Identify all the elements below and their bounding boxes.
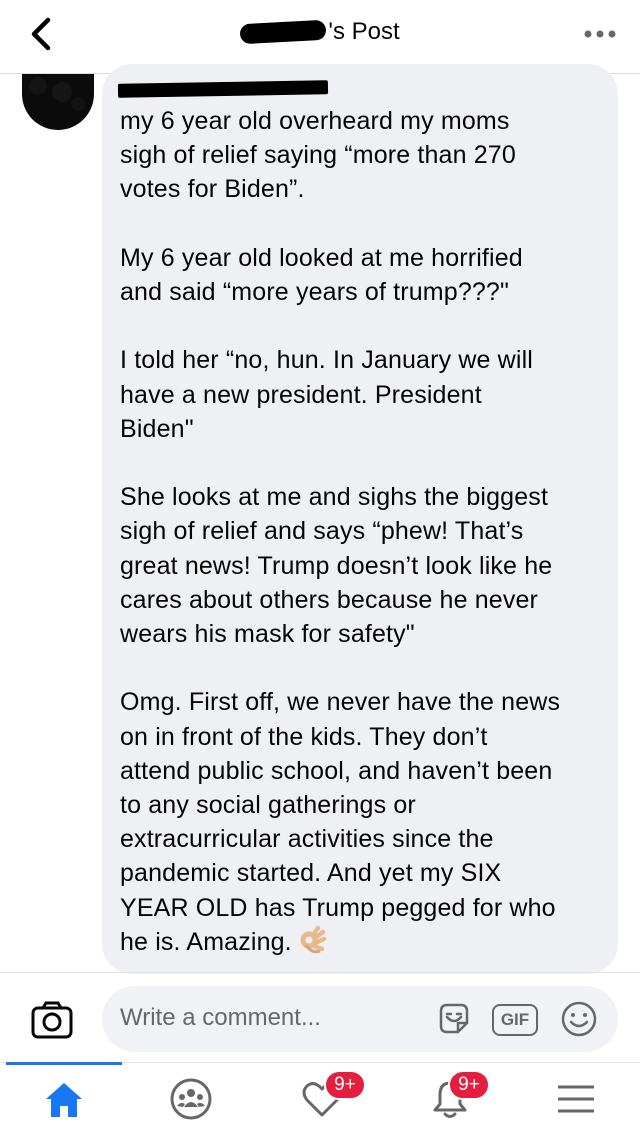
page-title: 's Post bbox=[0, 18, 640, 46]
divider bbox=[0, 972, 640, 973]
avatar[interactable] bbox=[22, 74, 94, 130]
camera-icon[interactable] bbox=[30, 1000, 74, 1040]
ok-hand-emoji bbox=[300, 925, 327, 954]
gif-icon[interactable]: GIF bbox=[492, 1004, 538, 1036]
page-title-suffix: 's Post bbox=[328, 18, 400, 45]
active-tab-indicator bbox=[6, 1062, 122, 1065]
post-header: 's Post bbox=[0, 0, 640, 74]
more-dots-icon[interactable] bbox=[580, 22, 620, 46]
comment-text: my 6 year old overheard my moms sigh of … bbox=[120, 104, 606, 959]
dating-badge: 9+ bbox=[324, 1070, 366, 1100]
comment-body: my 6 year old overheard my moms sigh of … bbox=[120, 107, 561, 956]
home-icon[interactable] bbox=[42, 1074, 86, 1124]
hamburger-menu-icon[interactable] bbox=[554, 1074, 598, 1124]
sticker-icon[interactable] bbox=[436, 1001, 472, 1037]
notifications-badge: 9+ bbox=[448, 1070, 490, 1100]
groups-icon[interactable] bbox=[168, 1074, 214, 1124]
comment-placeholder[interactable]: Write a comment... bbox=[120, 1004, 321, 1032]
smiley-icon[interactable] bbox=[560, 1000, 598, 1038]
redacted-name bbox=[239, 19, 327, 45]
